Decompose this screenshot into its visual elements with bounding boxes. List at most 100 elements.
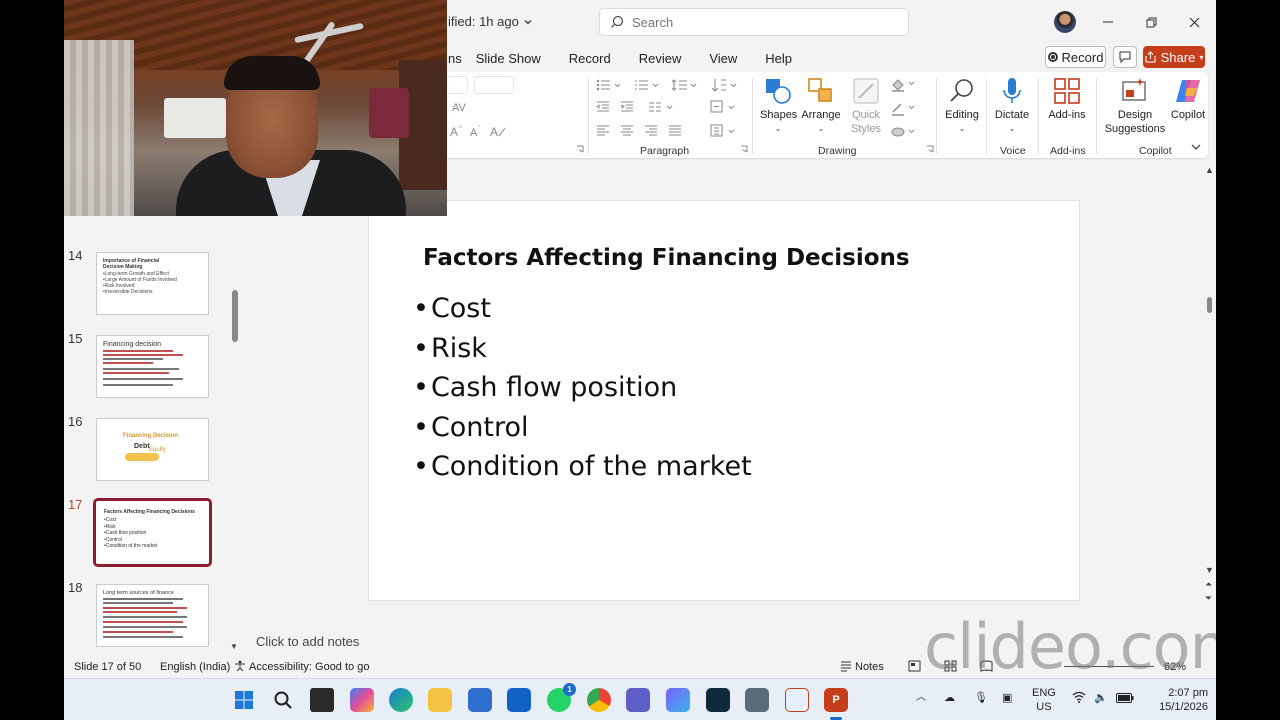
powerpoint-icon[interactable]: P <box>824 688 848 712</box>
search-input[interactable] <box>632 14 882 30</box>
record-button[interactable]: Record <box>1045 46 1106 68</box>
font-dialog-launcher-icon[interactable] <box>576 145 584 153</box>
thumbnails-scrollbar[interactable] <box>232 290 238 342</box>
teams-icon[interactable] <box>626 688 650 712</box>
battery-icon[interactable] <box>1116 693 1134 707</box>
add-ins-label: Add-ins <box>1048 109 1086 121</box>
network-onedrive-icon[interactable]: ☁ <box>944 691 955 705</box>
close-button[interactable] <box>1181 10 1207 34</box>
scroll-down-arrow-icon[interactable]: ▼ <box>1205 565 1214 575</box>
slide-thumbnail-14[interactable]: Importance of Financial Decision Making … <box>96 252 209 315</box>
shape-outline-icon[interactable] <box>890 100 918 116</box>
previous-slide-icon[interactable]: ⏶ <box>1205 579 1212 590</box>
align-left-icon[interactable] <box>596 124 610 138</box>
group-label-copilot: Copilot <box>1139 145 1172 157</box>
tab-help[interactable]: Help <box>765 51 792 66</box>
microsoft-store-icon[interactable] <box>468 688 492 712</box>
add-ins-button[interactable]: Add-ins <box>1044 76 1090 122</box>
copilot-button[interactable]: Copilot <box>1168 76 1208 122</box>
numbering-icon[interactable] <box>634 78 662 92</box>
wifi-icon[interactable] <box>1072 691 1086 707</box>
align-right-icon[interactable] <box>644 124 658 138</box>
slide-title[interactable]: Factors Affecting Financing Decisions <box>423 245 910 271</box>
language-indicator[interactable]: English (India) <box>160 661 230 673</box>
avatar[interactable] <box>1054 11 1076 33</box>
comments-button[interactable] <box>1113 46 1137 68</box>
clock[interactable]: 2:07 pm 15/1/2026 <box>1144 686 1208 714</box>
copilot-app-icon[interactable] <box>350 688 374 712</box>
tray-app-icon[interactable]: ▣ <box>1002 691 1012 705</box>
drawing-dialog-launcher-icon[interactable] <box>926 145 934 153</box>
minimize-button[interactable] <box>1095 10 1121 34</box>
chrome-icon[interactable] <box>587 688 611 712</box>
normal-view-icon[interactable] <box>908 660 921 672</box>
align-center-icon[interactable] <box>620 124 634 138</box>
dictate-button[interactable]: Dictate ⌄ <box>992 76 1032 136</box>
scrollbar-thumb[interactable] <box>1207 297 1212 313</box>
terminal-icon[interactable] <box>706 688 730 712</box>
tab-view[interactable]: View <box>709 51 737 66</box>
arrange-button[interactable]: Arrange ⌄ <box>800 76 842 136</box>
tab-review[interactable]: Review <box>639 51 682 66</box>
scroll-up-arrow-icon[interactable]: ▲ <box>1205 165 1214 175</box>
design-suggestions-button[interactable]: Design Suggestions <box>1102 76 1168 136</box>
edge-browser-icon[interactable] <box>389 688 413 712</box>
bullets-icon[interactable] <box>596 78 624 92</box>
quick-styles-button[interactable]: Quick Styles <box>846 76 886 136</box>
slide-canvas[interactable]: Factors Affecting Financing Decisions Co… <box>368 200 1080 601</box>
snipping-tool-icon[interactable] <box>785 688 809 712</box>
slide-thumbnail-17[interactable]: Factors Affecting Financing Decisions •C… <box>94 499 211 566</box>
search-box[interactable] <box>599 8 909 36</box>
file-explorer-icon[interactable] <box>428 688 452 712</box>
region-code: US <box>1036 701 1052 713</box>
align-text-icon[interactable] <box>710 124 738 138</box>
app-icon[interactable] <box>666 688 690 712</box>
share-button[interactable]: Share ▾ <box>1143 46 1205 68</box>
tab-slide-show[interactable]: Slide Show <box>476 51 541 66</box>
clear-formatting-icon[interactable]: A <box>490 124 508 138</box>
outlook-icon[interactable] <box>507 688 531 712</box>
document-status[interactable]: ified: 1h ago <box>448 14 533 29</box>
whatsapp-icon[interactable]: 1 <box>547 683 576 712</box>
volume-icon[interactable]: 🔈 <box>1094 691 1108 705</box>
justify-icon[interactable] <box>668 124 682 138</box>
line-spacing-icon[interactable] <box>672 78 700 92</box>
shape-fill-icon[interactable] <box>890 76 918 92</box>
accessibility-status[interactable]: Accessibility: Good to go <box>249 661 369 673</box>
collapse-ribbon-icon[interactable] <box>1190 142 1202 152</box>
increase-indent-icon[interactable] <box>620 100 634 114</box>
language-switcher[interactable]: ENG US <box>1032 686 1056 714</box>
paragraph-dialog-launcher-icon[interactable] <box>740 145 748 153</box>
tray-chevron-icon[interactable]: ︿ <box>916 691 926 705</box>
windows-start-icon[interactable] <box>232 688 256 712</box>
editing-button[interactable]: Editing ⌄ <box>942 76 982 136</box>
chevron-down-icon: ⌄ <box>958 124 966 133</box>
columns-icon[interactable] <box>648 100 676 114</box>
slide-scrollbar[interactable]: ▲ ▼ ⏶ ⏷ <box>1205 165 1215 605</box>
shapes-button[interactable]: Shapes ⌄ <box>760 76 797 136</box>
tab-record[interactable]: Record <box>569 51 611 66</box>
font-size-box[interactable] <box>474 76 514 94</box>
decrease-font-icon[interactable]: Aˇ <box>470 124 488 138</box>
text-direction-icon[interactable] <box>710 100 738 114</box>
microphone-tray-icon[interactable]: 🎙 <box>974 691 988 705</box>
tab-animations[interactable]: ns <box>448 51 462 66</box>
calculator-icon[interactable] <box>745 688 769 712</box>
font-name-box[interactable] <box>446 76 468 94</box>
scroll-down-arrow-icon[interactable]: ▼ <box>230 642 238 651</box>
character-spacing-icon[interactable]: AV <box>452 100 472 114</box>
slide-bullets[interactable]: Cost Risk Cash flow position Control Con… <box>413 289 752 487</box>
sort-icon[interactable] <box>712 78 740 92</box>
increase-font-icon[interactable]: A ^ <box>450 124 468 138</box>
restore-button[interactable] <box>1138 10 1164 34</box>
slide-thumbnail-15[interactable]: Financing decision <box>96 335 209 398</box>
notes-toggle[interactable]: Notes <box>855 661 884 673</box>
task-view-icon[interactable] <box>310 688 334 712</box>
slide-thumbnail-18[interactable]: Long term sources of finance <box>96 584 209 647</box>
decrease-indent-icon[interactable] <box>596 100 610 114</box>
taskbar-search-icon[interactable] <box>271 688 295 712</box>
notes-placeholder[interactable]: Click to add notes <box>256 634 359 649</box>
slide-thumbnail-16[interactable]: Financing Decision Debt Equity <box>96 418 209 481</box>
next-slide-icon[interactable]: ⏷ <box>1205 593 1212 604</box>
shape-effects-icon[interactable] <box>890 124 918 140</box>
